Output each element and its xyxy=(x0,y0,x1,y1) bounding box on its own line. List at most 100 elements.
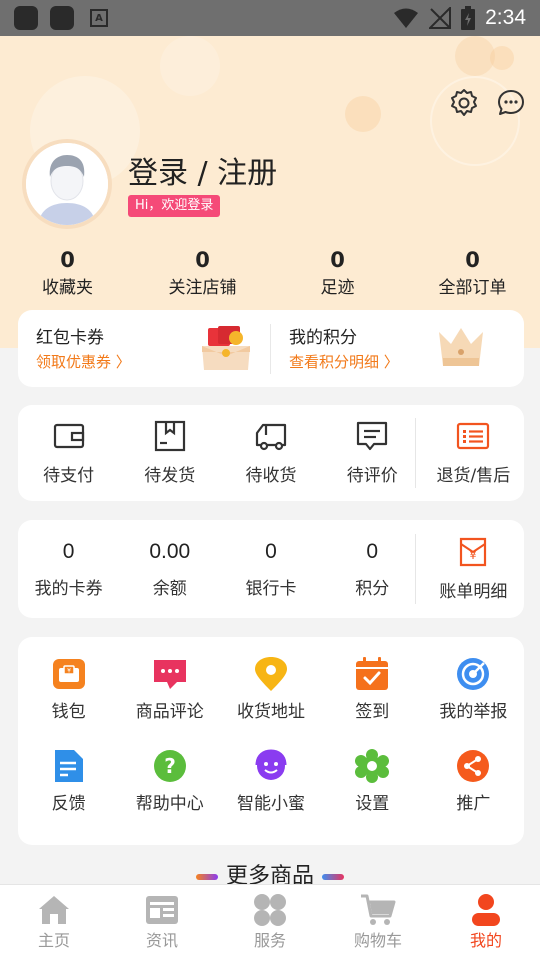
battery-icon xyxy=(461,6,476,30)
tool-my-reports[interactable]: 我的举报 xyxy=(423,657,524,723)
cart-icon xyxy=(361,894,396,925)
box-icon xyxy=(154,420,185,452)
asset-coupons[interactable]: 0 我的卡券 xyxy=(18,538,119,600)
heading-decoration xyxy=(322,874,344,880)
stat-value: 0 xyxy=(465,248,480,272)
red-envelope-icon xyxy=(202,326,250,370)
profile-stats: 0 收藏夹 0 关注店铺 0 足迹 0 全部订单 xyxy=(0,245,540,301)
tool-wallet[interactable]: ¥ 钱包 xyxy=(18,657,119,723)
tab-services[interactable]: 服务 xyxy=(216,885,324,960)
tool-shipping-address[interactable]: 收货地址 xyxy=(220,657,321,723)
tool-label: 收货地址 xyxy=(237,702,305,722)
tool-label: 反馈 xyxy=(51,794,86,814)
stat-all-orders[interactable]: 0 全部订单 xyxy=(405,245,540,301)
bottom-tab-bar: 主页 资讯 服务 购物车 我的 xyxy=(0,884,540,960)
order-pending-review[interactable]: 待评价 xyxy=(322,419,423,487)
message-icon[interactable] xyxy=(496,88,526,118)
order-label: 待发货 xyxy=(144,466,196,486)
asset-points[interactable]: 0 积分 xyxy=(322,538,423,600)
news-icon xyxy=(146,896,178,924)
tool-check-in[interactable]: 签到 xyxy=(322,657,423,723)
asset-value: 0.00 xyxy=(149,540,191,563)
order-pending-receipt[interactable]: 待收货 xyxy=(220,419,321,487)
status-bar: A 2:34 xyxy=(0,0,540,36)
tool-label: 钱包 xyxy=(51,702,86,722)
tool-help-center[interactable]: ? 帮助中心 xyxy=(119,749,220,815)
order-label: 待支付 xyxy=(43,466,95,486)
location-icon xyxy=(255,657,287,691)
svg-text:¥: ¥ xyxy=(470,549,477,562)
notification-icon xyxy=(50,6,74,30)
stat-value: 0 xyxy=(330,248,345,272)
home-icon xyxy=(39,896,69,924)
tab-label: 资讯 xyxy=(145,931,178,950)
tool-settings[interactable]: 设置 xyxy=(322,749,423,815)
tab-cart[interactable]: 购物车 xyxy=(324,885,432,960)
wallet-icon: ¥ xyxy=(52,659,85,689)
settings-icon[interactable] xyxy=(449,88,479,118)
tool-label: 商品评论 xyxy=(135,702,204,722)
tool-promote[interactable]: 推广 xyxy=(423,749,524,815)
svg-text:¥: ¥ xyxy=(67,668,71,675)
bill-icon: ¥ xyxy=(460,537,487,567)
heading-decoration xyxy=(195,874,218,880)
asset-bill-details[interactable]: ¥ 账单明细 xyxy=(423,535,524,603)
grid-icon xyxy=(254,894,286,926)
points-entry[interactable]: 我的积分 查看积分明细 〉 xyxy=(271,310,524,387)
app-notification-icon: A xyxy=(90,9,108,27)
points-link[interactable]: 查看积分明细 〉 xyxy=(289,350,524,374)
tab-profile[interactable]: 我的 xyxy=(432,885,540,960)
tool-label: 帮助中心 xyxy=(135,794,204,814)
tools-card: ¥ 钱包 商品评论 收货地址 签到 我的举报 反馈 ? 帮助中心 智能小蜜 设置… xyxy=(18,637,524,845)
login-register-link[interactable]: 登录 / 注册 xyxy=(128,148,277,192)
stat-label: 关注店铺 xyxy=(168,278,237,298)
order-pending-shipment[interactable]: 待发货 xyxy=(119,419,220,487)
avatar[interactable] xyxy=(26,143,108,225)
clock: 2:34 xyxy=(485,6,526,29)
stat-footprints[interactable]: 0 足迹 xyxy=(270,245,405,301)
asset-bank-cards[interactable]: 0 银行卡 xyxy=(220,538,321,600)
asset-balance[interactable]: 0.00 余额 xyxy=(119,538,220,600)
tool-product-reviews[interactable]: 商品评论 xyxy=(119,657,220,723)
no-signal-icon xyxy=(429,7,452,29)
stat-label: 收藏夹 xyxy=(42,278,93,298)
order-label: 待评价 xyxy=(346,466,398,486)
question-icon: ? xyxy=(153,750,186,782)
divider xyxy=(415,418,416,488)
tool-label: 设置 xyxy=(355,794,390,814)
asset-value: 0 xyxy=(366,540,379,563)
stat-value: 0 xyxy=(60,248,75,272)
order-after-sales[interactable]: 退货/售后 xyxy=(423,419,524,487)
asset-label: 账单明细 xyxy=(439,582,508,602)
tool-feedback[interactable]: 反馈 xyxy=(18,749,119,815)
order-pending-payment[interactable]: 待支付 xyxy=(18,419,119,487)
truck-icon xyxy=(255,423,287,451)
tab-home[interactable]: 主页 xyxy=(0,885,108,960)
promo-card: 红包卡券 领取优惠券 〉 我的积分 查看积分明细 〉 xyxy=(18,310,524,387)
list-icon xyxy=(457,422,490,450)
tool-label: 推广 xyxy=(456,794,491,814)
svg-text:?: ? xyxy=(164,754,176,778)
order-label: 退货/售后 xyxy=(436,466,511,486)
wallet-icon xyxy=(53,423,84,449)
document-icon xyxy=(54,750,83,782)
asset-value: 0 xyxy=(265,540,277,563)
tool-label: 签到 xyxy=(355,702,390,722)
tab-label: 主页 xyxy=(37,931,70,950)
tab-news[interactable]: 资讯 xyxy=(108,885,216,960)
tab-label: 服务 xyxy=(253,931,286,950)
assets-card: 0 我的卡券 0.00 余额 0 银行卡 0 积分 ¥ 账单明细 xyxy=(18,520,524,618)
tool-smart-assistant[interactable]: 智能小蜜 xyxy=(220,749,321,815)
comment-icon xyxy=(357,421,388,451)
stat-favorites[interactable]: 0 收藏夹 xyxy=(0,245,135,301)
coupon-entry[interactable]: 红包卡券 领取优惠券 〉 xyxy=(18,310,271,387)
share-icon xyxy=(457,750,490,782)
stat-value: 0 xyxy=(195,248,210,272)
stat-followed-shops[interactable]: 0 关注店铺 xyxy=(135,245,270,301)
crown-icon xyxy=(439,328,483,366)
user-icon xyxy=(472,894,500,926)
welcome-badge: Hi，欢迎登录 xyxy=(128,195,221,217)
assistant-icon xyxy=(255,749,287,780)
divider xyxy=(415,534,416,604)
asset-label: 银行卡 xyxy=(245,579,297,599)
